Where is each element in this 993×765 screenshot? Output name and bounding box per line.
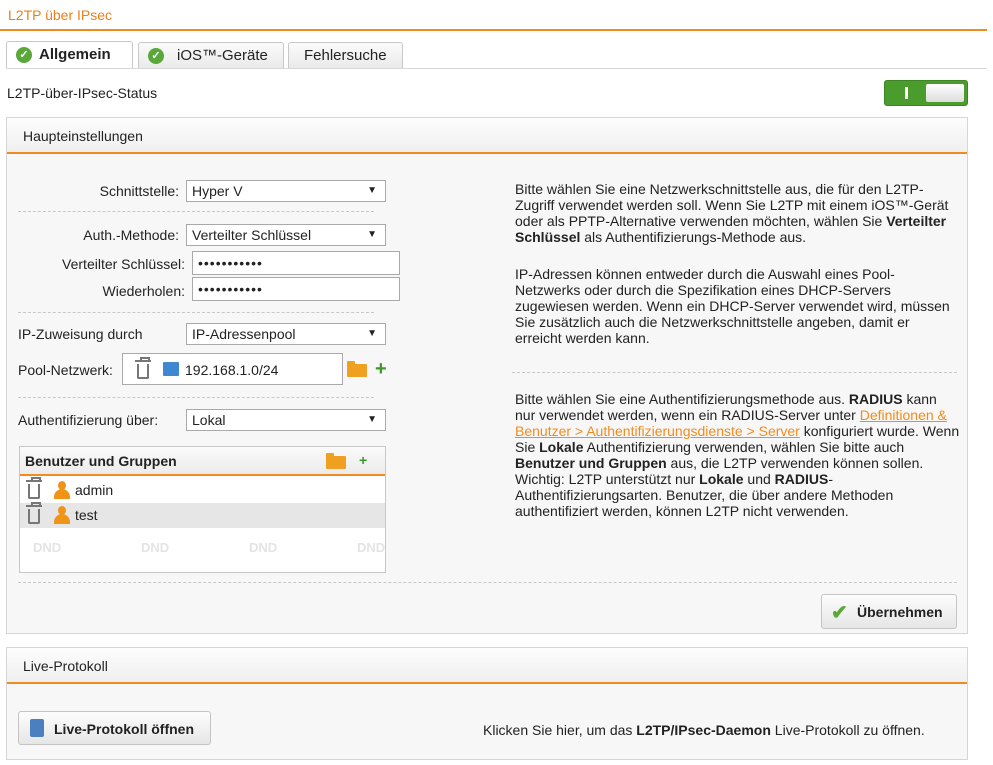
repeat-value: ••••••••••• xyxy=(198,281,263,297)
auth-via-label: Authentifizierung über: xyxy=(18,412,159,428)
plus-icon[interactable]: + xyxy=(359,452,367,468)
user-name: admin xyxy=(75,482,114,498)
clipboard-icon xyxy=(30,719,44,737)
tab-fehlersuche[interactable]: Fehlersuche xyxy=(288,42,403,69)
folder-icon[interactable] xyxy=(326,453,346,469)
auth-via-value: Lokal xyxy=(192,412,226,428)
toggle-on-indicator xyxy=(905,87,908,99)
help-bold: Lokale xyxy=(699,471,744,487)
tab-label: Allgemein xyxy=(39,46,111,63)
users-groups-title: Benutzer und Gruppen xyxy=(25,453,177,469)
users-groups-box: Benutzer und Gruppen + admin test DND DN… xyxy=(19,446,386,573)
auth-via-select[interactable]: Lokal ▼ xyxy=(186,409,386,431)
interface-value: Hyper V xyxy=(192,183,243,199)
help-ip-assign: IP-Adressen können entweder durch die Au… xyxy=(515,266,950,346)
open-live-log-label: Live-Protokoll öffnen xyxy=(54,721,194,737)
help-text: als Authentifizierungs-Methode aus. xyxy=(580,229,807,245)
plus-icon[interactable]: + xyxy=(375,359,387,379)
dnd-placeholder: DND xyxy=(141,540,170,555)
help-bold: Lokale xyxy=(539,439,584,455)
psk-label: Verteilter Schlüssel: xyxy=(62,256,185,272)
help-bold: RADIUS xyxy=(848,391,903,407)
dnd-placeholder: DND xyxy=(357,540,385,555)
interface-label: Schnittstelle: xyxy=(99,183,179,199)
users-groups-header: Benutzer und Gruppen + xyxy=(20,447,385,476)
check-icon: ✓ xyxy=(16,47,32,63)
repeat-input[interactable]: ••••••••••• xyxy=(192,277,400,301)
auth-method-select[interactable]: Verteilter Schlüssel ▼ xyxy=(186,224,386,246)
divider xyxy=(18,582,957,583)
check-icon: ✔ xyxy=(831,602,848,624)
main-settings-title: Haupteinstellungen xyxy=(23,128,143,144)
divider xyxy=(18,397,374,398)
divider xyxy=(18,211,374,212)
status-toggle[interactable] xyxy=(884,80,968,106)
help-bold: Benutzer und Gruppen xyxy=(515,455,667,471)
help-text: und xyxy=(743,471,775,487)
live-log-header: Live-Protokoll xyxy=(7,648,967,684)
dropdown-arrow-icon: ▼ xyxy=(367,328,377,339)
interface-select[interactable]: Hyper V ▼ xyxy=(186,180,386,202)
pool-label: Pool-Netzwerk: xyxy=(18,362,113,378)
tab-label: Fehlersuche xyxy=(304,47,387,64)
dnd-placeholder: DND xyxy=(33,540,62,555)
pool-network-value: 192.168.1.0/24 xyxy=(185,362,279,378)
apply-button[interactable]: ✔ Übernehmen xyxy=(821,594,957,629)
trash-icon[interactable] xyxy=(26,502,42,524)
ip-assign-select[interactable]: IP-Adressenpool ▼ xyxy=(186,323,386,345)
folder-icon[interactable] xyxy=(347,361,367,377)
help-auth: Bitte wählen Sie eine Authentifizierungs… xyxy=(515,391,960,519)
tab-ios-geraete[interactable]: ✓ iOS™-Geräte xyxy=(138,42,284,69)
user-icon xyxy=(53,506,71,524)
help-text: Klicken Sie hier, um das xyxy=(483,722,637,738)
psk-value: ••••••••••• xyxy=(198,255,263,271)
divider xyxy=(512,372,957,373)
live-log-title: Live-Protokoll xyxy=(23,658,108,674)
live-log-hint: Klicken Sie hier, um das L2TP/IPsec-Daem… xyxy=(483,722,963,738)
ip-assign-label: IP-Zuweisung durch xyxy=(18,326,143,342)
list-item[interactable]: test xyxy=(20,502,385,528)
user-name: test xyxy=(75,507,98,523)
user-icon xyxy=(53,481,71,499)
title-bar: L2TP über IPsec xyxy=(0,0,987,31)
psk-input[interactable]: ••••••••••• xyxy=(192,251,400,275)
repeat-label: Wiederholen: xyxy=(102,283,186,299)
tab-label: iOS™-Geräte xyxy=(177,47,268,64)
help-text: Live-Protokoll zu öffnen. xyxy=(770,722,925,738)
pool-network-field[interactable]: 192.168.1.0/24 xyxy=(122,353,343,385)
dropdown-arrow-icon: ▼ xyxy=(367,185,377,196)
open-live-log-button[interactable]: Live-Protokoll öffnen xyxy=(18,711,211,745)
list-item[interactable]: admin xyxy=(20,477,385,503)
toggle-knob xyxy=(926,84,964,102)
ip-assign-value: IP-Adressenpool xyxy=(192,326,296,342)
trash-icon[interactable] xyxy=(135,357,151,379)
tab-underline xyxy=(6,68,987,69)
help-interface: Bitte wählen Sie eine Netzwerkschnittste… xyxy=(515,181,960,245)
dropdown-arrow-icon: ▼ xyxy=(367,229,377,240)
trash-icon[interactable] xyxy=(26,477,42,499)
check-icon: ✓ xyxy=(148,48,164,64)
dropdown-arrow-icon: ▼ xyxy=(367,414,377,425)
help-text: Bitte wählen Sie eine Authentifizierungs… xyxy=(515,391,849,407)
auth-method-value: Verteilter Schlüssel xyxy=(192,227,312,243)
apply-label: Übernehmen xyxy=(857,604,943,620)
tab-allgemein[interactable]: ✓ Allgemein xyxy=(6,41,133,69)
help-text: Authentifizierung verwenden, wählen Sie … xyxy=(583,439,905,455)
main-settings-header: Haupteinstellungen xyxy=(7,118,967,154)
status-label: L2TP-über-IPsec-Status xyxy=(7,85,158,101)
network-icon xyxy=(163,362,179,376)
divider xyxy=(18,312,374,313)
help-bold: L2TP/IPsec-Daemon xyxy=(636,722,771,738)
page-title: L2TP über IPsec xyxy=(8,7,113,23)
help-text: Bitte wählen Sie eine Netzwerkschnittste… xyxy=(515,181,949,229)
auth-method-label: Auth.-Methode: xyxy=(83,227,179,243)
dnd-placeholder: DND xyxy=(249,540,278,555)
help-bold: RADIUS xyxy=(774,471,829,487)
